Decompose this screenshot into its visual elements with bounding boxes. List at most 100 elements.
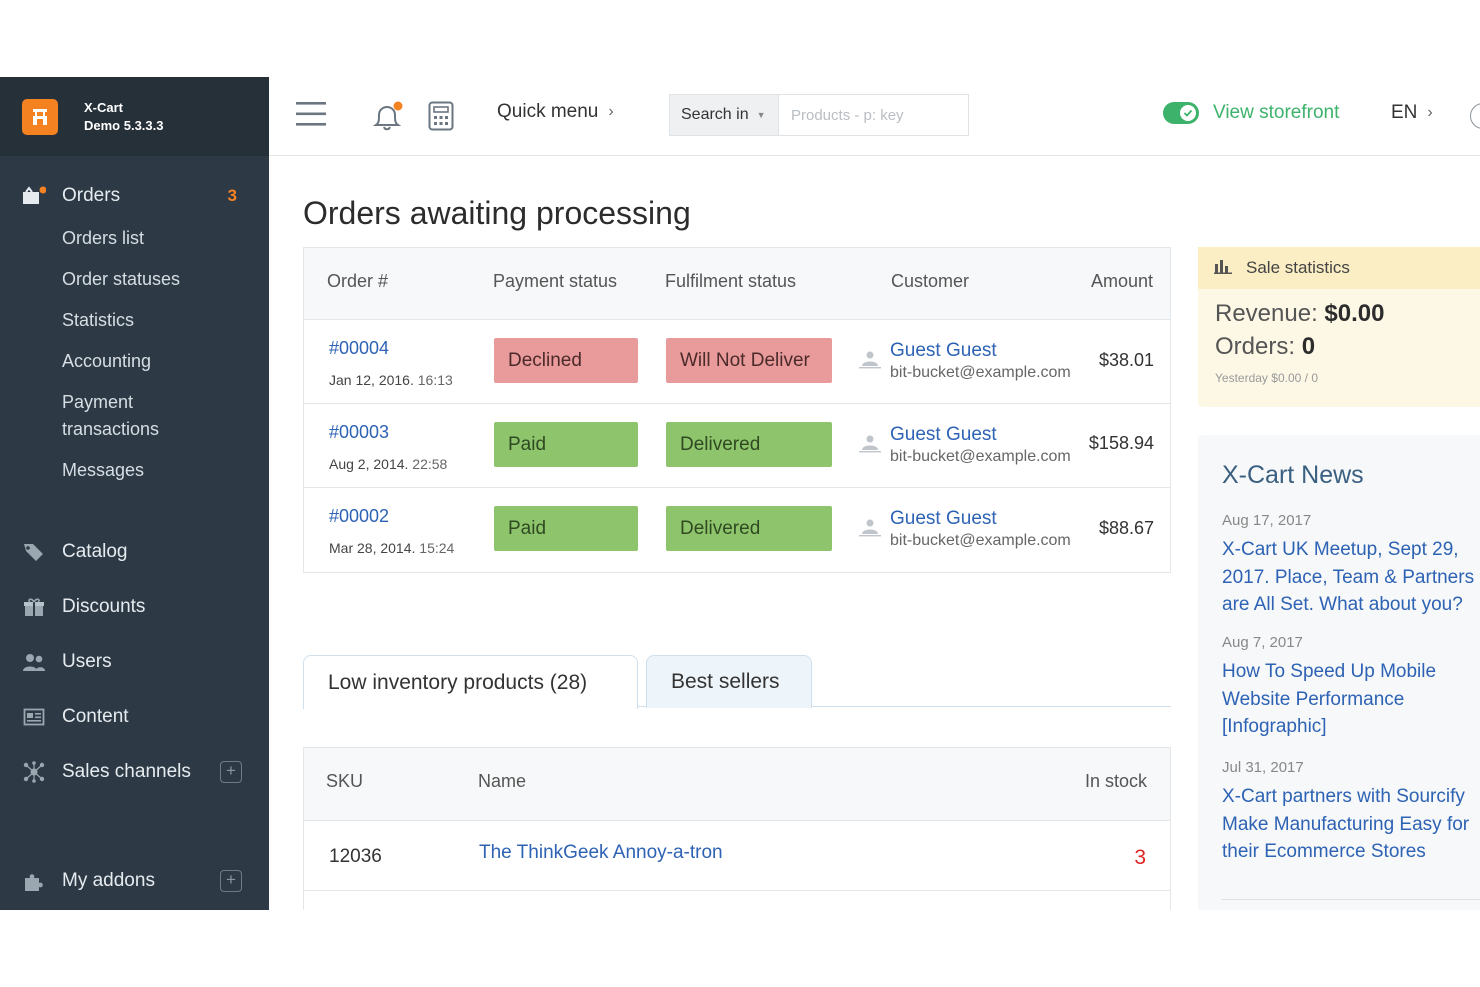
order-number-link[interactable]: #00004: [329, 338, 389, 359]
user-icon: [859, 350, 881, 375]
divider: [1222, 899, 1480, 900]
network-icon: [22, 760, 46, 784]
orders-count-badge: 3: [227, 186, 237, 205]
sidebar-item-content[interactable]: Content: [0, 697, 269, 737]
language-selector[interactable]: EN ›: [1391, 102, 1433, 124]
order-number-link[interactable]: #00002: [329, 506, 389, 527]
sale-statistics-header: Sale statistics: [1198, 247, 1480, 289]
column-header-name[interactable]: Name: [478, 771, 526, 792]
bell-notification-icon[interactable]: [372, 101, 404, 131]
fulfilment-status-badge[interactable]: Delivered: [666, 422, 832, 467]
customer-email: bit-bucket@example.com: [890, 448, 1071, 465]
xcart-news-panel: X-Cart News Aug 17, 2017 X-Cart UK Meetu…: [1198, 435, 1480, 910]
gift-icon: [22, 595, 46, 619]
customer-name-link[interactable]: Guest Guest: [890, 424, 997, 446]
bar-chart-icon: [1214, 258, 1232, 279]
top-bar: Quick menu › Search in ▼ View storefront…: [269, 77, 1480, 156]
column-header-amount[interactable]: Amount: [1091, 271, 1153, 292]
sidebar-item-label: Sales channels: [62, 761, 191, 782]
order-date: Aug 2, 2014. 22:58: [329, 456, 448, 472]
sidebar: X-Cart Demo 5.3.3.3 Orders 3 Orders list…: [0, 77, 269, 910]
column-header-order[interactable]: Order #: [327, 271, 388, 292]
inventory-tabs: Low inventory products (28) Best sellers: [303, 655, 1171, 709]
tag-icon: [22, 540, 46, 564]
user-avatar-icon[interactable]: [1470, 103, 1480, 129]
news-link[interactable]: X-Cart UK Meetup, Sept 29, 2017. Place, T…: [1222, 536, 1474, 619]
column-header-payment-status[interactable]: Payment status: [493, 271, 617, 292]
sidebar-item-sales-channels[interactable]: Sales channels +: [0, 752, 269, 792]
sidebar-item-label: Discounts: [62, 596, 146, 617]
user-icon: [859, 434, 881, 459]
tab-best-sellers[interactable]: Best sellers: [646, 655, 812, 708]
chevron-right-icon: ›: [608, 103, 614, 120]
search-input[interactable]: [779, 94, 969, 136]
sidebar-item-discounts[interactable]: Discounts: [0, 587, 269, 627]
payment-status-badge[interactable]: Paid: [494, 422, 638, 467]
add-addon-icon[interactable]: +: [220, 870, 242, 892]
page-title: Orders awaiting processing: [303, 195, 691, 231]
caret-down-icon: ▼: [756, 110, 766, 120]
sidebar-item-statistics[interactable]: Statistics: [0, 300, 269, 341]
news-date: Aug 7, 2017: [1222, 634, 1303, 651]
table-row: 12036 The ThinkGeek Annoy-a-tron 3: [304, 821, 1170, 891]
customer-email: bit-bucket@example.com: [890, 364, 1071, 381]
table-row: #00002 Mar 28, 2014. 15:24 Paid Delivere…: [304, 488, 1170, 572]
customer-name-link[interactable]: Guest Guest: [890, 508, 997, 530]
customer-name-link[interactable]: Guest Guest: [890, 340, 997, 362]
sidebar-item-label: Orders: [62, 185, 121, 206]
order-date: Jan 12, 2016. 16:13: [329, 372, 453, 388]
yesterday-line: Yesterday $0.00 / 0: [1215, 371, 1318, 385]
brand-version: Demo 5.3.3.3: [84, 117, 164, 133]
news-title: X-Cart News: [1222, 461, 1364, 489]
view-storefront-toggle[interactable]: View storefront: [1163, 102, 1339, 124]
order-amount: $158.94: [1088, 433, 1154, 453]
payment-status-badge[interactable]: Paid: [494, 506, 638, 551]
sale-statistics-title: Sale statistics: [1246, 258, 1350, 277]
sidebar-item-users[interactable]: Users: [0, 642, 269, 682]
brand-text: X-Cart Demo 5.3.3.3: [84, 99, 164, 135]
search-bar: Search in ▼: [669, 94, 969, 136]
product-name-link[interactable]: The ThinkGeek Annoy-a-tron: [479, 842, 723, 864]
sidebar-item-label: Catalog: [62, 541, 128, 562]
check-icon: [1180, 105, 1196, 121]
brand[interactable]: X-Cart Demo 5.3.3.3: [0, 77, 269, 156]
sidebar-item-orders[interactable]: Orders 3: [0, 176, 269, 216]
fulfilment-status-badge[interactable]: Will Not Deliver: [666, 338, 832, 383]
quick-menu-label: Quick menu: [497, 101, 599, 122]
hamburger-menu-icon[interactable]: [296, 101, 326, 127]
table-header: Order # Payment status Fulfilment status…: [304, 248, 1170, 320]
column-header-sku[interactable]: SKU: [326, 771, 363, 792]
add-sales-channel-icon[interactable]: +: [220, 761, 242, 783]
sidebar-item-messages[interactable]: Messages: [0, 450, 269, 491]
sidebar-item-accounting[interactable]: Accounting: [0, 341, 269, 382]
news-link[interactable]: How To Speed Up Mobile Website Performanc…: [1222, 658, 1436, 741]
order-amount: $88.67: [1098, 518, 1154, 538]
payment-status-badge[interactable]: Declined: [494, 338, 638, 383]
sidebar-item-my-addons[interactable]: My addons +: [0, 861, 269, 901]
orders-table: Order # Payment status Fulfilment status…: [303, 247, 1171, 573]
order-number-link[interactable]: #00003: [329, 422, 389, 443]
order-amount: $38.01: [1098, 350, 1154, 370]
sidebar-item-order-statuses[interactable]: Order statuses: [0, 259, 269, 300]
tab-low-inventory[interactable]: Low inventory products (28): [303, 655, 638, 709]
storefront-toggle-switch[interactable]: [1163, 102, 1199, 124]
search-in-dropdown[interactable]: Search in ▼: [669, 94, 779, 136]
quick-menu-button[interactable]: Quick menu ›: [497, 101, 614, 123]
view-storefront-link[interactable]: View storefront: [1213, 102, 1339, 124]
brand-name: X-Cart: [84, 99, 124, 115]
sidebar-item-payment-transactions[interactable]: Payment transactions: [0, 382, 269, 450]
sidebar-item-catalog[interactable]: Catalog: [0, 532, 269, 572]
column-header-fulfilment-status[interactable]: Fulfilment status: [665, 271, 796, 292]
fulfilment-status-badge[interactable]: Delivered: [666, 506, 832, 551]
table-row: [304, 891, 1170, 910]
inventory-table: SKU Name In stock 12036 The ThinkGeek An…: [303, 747, 1171, 910]
xcart-logo-icon: [22, 98, 58, 135]
sidebar-item-orders-list[interactable]: Orders list: [0, 218, 269, 259]
users-icon: [22, 650, 46, 674]
column-header-in-stock[interactable]: In stock: [1085, 771, 1147, 792]
news-date: Jul 31, 2017: [1222, 759, 1304, 776]
calculator-icon[interactable]: [428, 101, 454, 131]
column-header-customer[interactable]: Customer: [891, 271, 969, 292]
customer-email: bit-bucket@example.com: [890, 532, 1071, 549]
news-link[interactable]: X-Cart partners with Sourcify Make Manufa…: [1222, 783, 1469, 866]
